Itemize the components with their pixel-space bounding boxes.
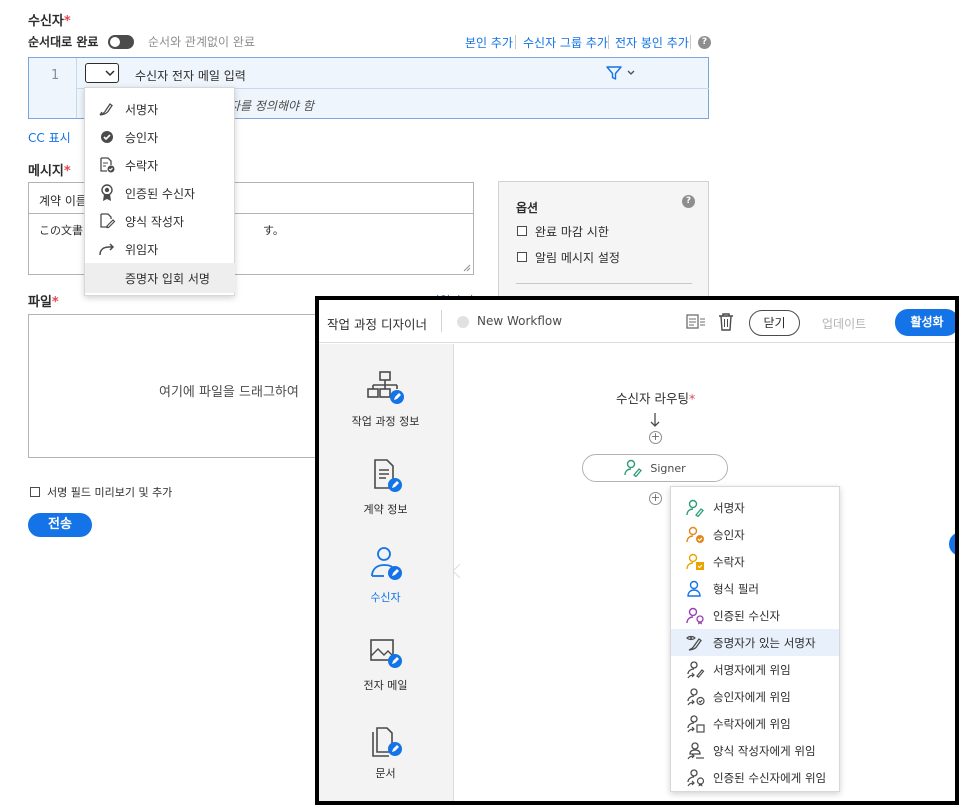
order-toggle[interactable] — [108, 35, 134, 49]
role-option-certified[interactable]: 인증된 수신자 — [85, 179, 235, 207]
witness-signer-icon — [685, 633, 707, 653]
nav-email[interactable]: 전자 메일 — [319, 634, 452, 693]
role-option-signer[interactable]: 서명자 — [85, 95, 235, 123]
wf-role-witness-signer[interactable]: 증명자가 있는 서명자 — [671, 629, 839, 656]
workflow-role-menu: 서명자 승인자 수락자 형식 필러 인증된 수신자 증명자가 있는 서명자 서명… — [670, 486, 840, 792]
arrow-down-icon — [650, 413, 660, 427]
add-step-bottom-button[interactable]: + — [649, 492, 662, 505]
add-me-link[interactable]: 본인 추가 — [465, 34, 513, 51]
email-input[interactable]: 수신자 전자 메일 입력 — [135, 67, 246, 84]
wf-role-certified[interactable]: 인증된 수신자 — [671, 602, 839, 629]
documents-edit-icon — [371, 727, 402, 757]
status-dot-icon — [457, 316, 469, 328]
chevron-down-icon — [105, 70, 115, 77]
pen-icon — [97, 99, 117, 119]
role-hint: 자를 정의해야 함 — [229, 99, 314, 113]
signer-node[interactable]: Signer — [582, 454, 728, 482]
role-dropdown-menu: 서명자 승인자 수락자 인증된 수신자 양식 작성자 위임자 증명자 입회 서명 — [84, 87, 235, 296]
wf-role-delegate-acceptor[interactable]: 수락자에게 위임 — [671, 710, 839, 737]
preview-fields-label: 서명 필드 미리보기 및 추가 — [47, 486, 173, 499]
wf-role-delegate-form-filler[interactable]: 양식 작성자에게 위임 — [671, 737, 839, 764]
delegate-signer-icon — [685, 660, 707, 680]
user-edit-icon — [370, 547, 402, 580]
cc-link[interactable]: CC 표시 — [28, 129, 71, 146]
options-panel: 옵션 ? 완료 마감 시한 알림 메시지 설정 — [498, 181, 709, 301]
certified-icon — [685, 606, 707, 626]
delegate-approver-icon — [685, 687, 707, 707]
workflow-name: New Workflow — [477, 314, 563, 328]
delegate-form-filler-icon — [685, 741, 707, 761]
form-filler-icon — [685, 579, 707, 599]
approver-icon — [685, 525, 707, 545]
nav-agreement-info[interactable]: 계약 정보 — [319, 458, 452, 517]
acceptor-icon — [685, 552, 707, 572]
wf-role-approver[interactable]: 승인자 — [671, 521, 839, 548]
doc-check-icon — [97, 155, 117, 175]
document-edit-icon — [373, 459, 402, 492]
image-edit-icon — [369, 639, 402, 668]
send-button[interactable]: 전송 — [28, 513, 92, 537]
complete-in-order-label: 순서대로 완료 — [28, 35, 99, 49]
wf-role-acceptor[interactable]: 수락자 — [671, 548, 839, 575]
sender-info-icon[interactable] — [686, 313, 706, 334]
wf-role-delegate-signer[interactable]: 서명자에게 위임 — [671, 656, 839, 683]
check-circle-icon — [97, 127, 117, 147]
row-number: 1 — [51, 68, 60, 83]
side-panel-tab[interactable] — [949, 532, 955, 556]
role-option-delegator[interactable]: 위임자 — [85, 235, 235, 263]
options-title: 옵션 — [516, 201, 539, 215]
signer-icon — [685, 498, 707, 518]
delegate-certified-icon — [685, 768, 707, 788]
wf-role-form-filler[interactable]: 형식 필러 — [671, 575, 839, 602]
add-step-top-button[interactable]: + — [649, 431, 662, 444]
deadline-checkbox[interactable] — [517, 226, 527, 236]
wf-role-signer[interactable]: 서명자 — [671, 494, 839, 521]
ribbon-icon — [97, 183, 117, 203]
signer-icon — [624, 459, 643, 477]
files-title: 파일* — [28, 295, 59, 310]
form-edit-icon — [97, 211, 117, 231]
workflow-nav: 작업 과정 정보 계약 정보 수신자 전자 메일 문서 — [319, 344, 454, 801]
nav-recipients[interactable]: 수신자 — [319, 546, 452, 605]
role-option-acceptor[interactable]: 수락자 — [85, 151, 235, 179]
workflow-designer: 작업 과정 디자이너 New Workflow 닫기 업데이트 활성화 작업 과… — [315, 296, 959, 805]
update-button[interactable]: 업데이트 — [822, 315, 866, 332]
routing-title: 수신자 라우팅* — [616, 391, 696, 406]
activate-button[interactable]: 활성화 — [895, 309, 955, 336]
add-esign-link[interactable]: 전자 봉인 추가 — [615, 34, 689, 51]
workflow-toolbar: 작업 과정 디자이너 New Workflow 닫기 업데이트 활성화 — [319, 300, 955, 343]
deadline-label: 완료 마감 시한 — [535, 225, 609, 239]
preview-fields-checkbox[interactable] — [30, 487, 40, 497]
reminder-label: 알림 메시지 설정 — [535, 251, 620, 265]
hierarchy-icon — [366, 371, 404, 404]
close-button[interactable]: 닫기 — [749, 310, 800, 336]
nav-documents[interactable]: 문서 — [319, 722, 452, 781]
workflow-designer-title: 작업 과정 디자이너 — [327, 317, 427, 332]
filter-icon[interactable] — [605, 66, 637, 83]
wf-role-delegate-approver[interactable]: 승인자에게 위임 — [671, 683, 839, 710]
trash-icon[interactable] — [717, 312, 735, 335]
forward-arrow-icon — [97, 239, 117, 259]
nav-workflow-info[interactable]: 작업 과정 정보 — [319, 370, 452, 429]
file-drop-zone[interactable]: 여기에 파일을 드래그하여 — [28, 314, 328, 458]
role-option-approver[interactable]: 승인자 — [85, 123, 235, 151]
options-help-icon[interactable]: ? — [682, 195, 695, 208]
help-icon[interactable]: ? — [698, 36, 711, 49]
add-group-link[interactable]: 수신자 그룹 추가 — [523, 34, 608, 51]
delegate-acceptor-icon — [685, 714, 707, 734]
wf-role-delegate-certified[interactable]: 인증된 수신자에게 위임 — [671, 764, 839, 791]
reminder-checkbox[interactable] — [517, 252, 527, 262]
role-option-form-filler[interactable]: 양식 작성자 — [85, 207, 235, 235]
complete-any-order-label: 순서와 관계없이 완료 — [148, 35, 255, 49]
role-select[interactable] — [85, 63, 119, 83]
recipients-title: 수신자* — [28, 14, 71, 29]
message-title: 메시지* — [28, 164, 71, 179]
role-option-witness[interactable]: 증명자 입회 서명 — [85, 263, 235, 293]
